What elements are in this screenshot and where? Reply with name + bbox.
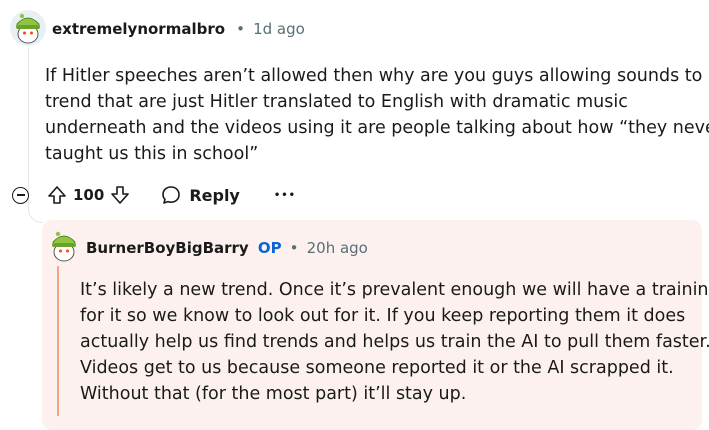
comment-icon (162, 186, 181, 204)
snoo-avatar-icon (10, 10, 46, 46)
comment-body: If Hitler speeches aren’t allowed then w… (45, 63, 709, 167)
reply-body-line: Without that (for the most part) it’ll s… (80, 384, 467, 404)
reply-username[interactable]: BurnerBoyBigBarry (86, 239, 249, 257)
avatar[interactable] (10, 10, 46, 46)
comment-body-line: trend that are just Hitler translated to… (45, 92, 628, 112)
reply-header: BurnerBoyBigBarry OP • 20h ago (86, 238, 368, 257)
reply-body: It’s likely a new trend. Once it’s preva… (80, 277, 709, 407)
op-badge: OP (257, 239, 282, 257)
reply-body-line: Videos get to us because someone reporte… (80, 358, 674, 378)
reply-timestamp[interactable]: 20h ago (307, 239, 368, 257)
upvote-icon (48, 186, 66, 204)
reply-button[interactable]: Reply (160, 184, 240, 206)
comment-header: extremelynormalbro • 1d ago (52, 19, 305, 38)
separator-dot: • (236, 20, 245, 38)
upvote-button[interactable] (47, 185, 67, 205)
comment-action-bar: 100 Reply ••• (12, 181, 296, 209)
reply-body-line: for it so we know to look out for it. If… (80, 306, 686, 326)
collapse-icon[interactable] (12, 186, 29, 204)
comment-body-line: underneath and the videos using it are p… (45, 118, 709, 138)
downvote-icon (111, 186, 130, 204)
reply-label: Reply (189, 185, 240, 205)
comment-username[interactable]: extremelynormalbro (52, 20, 225, 38)
thread-line (28, 48, 29, 178)
reply-highlight-bar (57, 266, 59, 416)
reply-avatar[interactable] (46, 228, 82, 264)
separator-dot: • (289, 239, 299, 257)
reply-body-line: It’s likely a new trend. Once it’s preva… (80, 280, 709, 300)
comment-body-line: If Hitler speeches aren’t allowed then w… (45, 66, 703, 86)
snoo-avatar-icon (46, 228, 82, 264)
reply-body-line: actually help us find trends and helps u… (80, 332, 709, 352)
comment-timestamp[interactable]: 1d ago (253, 20, 305, 38)
comment-body-line: taught us this in school” (45, 144, 259, 164)
more-options-icon[interactable]: ••• (274, 190, 296, 201)
vote-count: 100 (73, 186, 105, 204)
downvote-button[interactable] (110, 185, 130, 205)
